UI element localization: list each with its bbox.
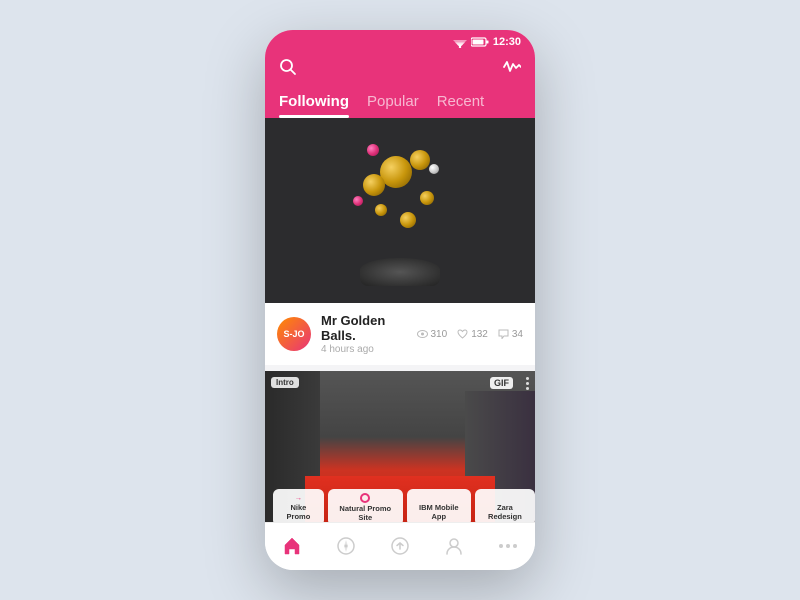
chip-ibm[interactable]: IBM Mobile App	[407, 489, 471, 522]
phone-frame: 12:30 Following Popular Recent	[265, 30, 535, 570]
nav-more[interactable]	[488, 541, 528, 551]
feed-content[interactable]: S-JO Mr Golden Balls. 4 hours ago 310	[265, 118, 535, 522]
compass-icon	[336, 536, 356, 556]
ball-gold-med-2	[410, 150, 430, 170]
eye-icon	[417, 330, 428, 338]
activity-icon[interactable]	[503, 58, 521, 81]
post-image-2[interactable]: Intro GIF → Nike Promo	[265, 371, 535, 522]
intro-badge: Intro	[271, 377, 299, 388]
tab-popular[interactable]: Popular	[367, 93, 419, 118]
search-icon[interactable]	[279, 58, 297, 81]
post-stats-1: 310 132 34	[417, 329, 524, 340]
nav-profile[interactable]	[434, 534, 474, 558]
post-title-1: Mr Golden Balls.	[321, 313, 407, 343]
nav-upload[interactable]	[380, 534, 420, 558]
upload-icon	[390, 536, 410, 556]
post-time-1: 4 hours ago	[321, 344, 407, 355]
ball-pink-1	[367, 144, 379, 156]
avatar-1[interactable]: S-JO	[277, 317, 311, 351]
ball-gold-sm-3	[400, 212, 416, 228]
home-icon	[282, 536, 302, 556]
gif-badge: GIF	[490, 377, 513, 389]
ball-gold-med-1	[363, 174, 385, 196]
nav-home[interactable]	[272, 534, 312, 558]
bottom-nav	[265, 522, 535, 570]
status-bar: 12:30	[265, 30, 535, 54]
stat-likes[interactable]: 132	[457, 329, 488, 340]
post-info-1: S-JO Mr Golden Balls. 4 hours ago 310	[265, 303, 535, 365]
chip-natural[interactable]: Natural Promo Site	[328, 489, 403, 522]
more-dots-icon	[498, 543, 518, 549]
ball-pink-2	[353, 196, 363, 206]
comment-icon	[498, 329, 509, 339]
balls-scene	[335, 136, 465, 286]
post-meta-1: Mr Golden Balls. 4 hours ago	[321, 313, 407, 355]
user-icon	[444, 536, 464, 556]
stat-comments[interactable]: 34	[498, 329, 523, 340]
ball-white	[429, 164, 439, 174]
app-header	[265, 54, 535, 91]
status-icons: 12:30	[453, 36, 521, 48]
chip-zara[interactable]: Zara Redesign	[475, 489, 535, 522]
chip-nike[interactable]: → Nike Promo	[273, 489, 324, 522]
post-card-2: Intro GIF → Nike Promo	[265, 371, 535, 522]
tab-bar: Following Popular Recent	[265, 91, 535, 118]
ball-gold-sm-2	[375, 204, 387, 216]
chip-circle	[360, 493, 370, 503]
nav-explore[interactable]	[326, 534, 366, 558]
post-image-1[interactable]	[265, 118, 535, 303]
heart-icon	[457, 329, 468, 339]
ball-gold-sm-1	[420, 191, 434, 205]
time-display: 12:30	[493, 36, 521, 48]
stat-views: 310	[417, 329, 448, 340]
pedestal	[360, 258, 440, 286]
project-chips: → Nike Promo Natural Promo Site IBM Mobi…	[273, 489, 535, 522]
wifi-icon	[453, 37, 467, 48]
post-card-1: S-JO Mr Golden Balls. 4 hours ago 310	[265, 118, 535, 365]
tab-following[interactable]: Following	[279, 93, 349, 118]
tab-recent[interactable]: Recent	[437, 93, 485, 118]
more-options-icon[interactable]	[526, 377, 529, 390]
battery-icon	[471, 37, 489, 47]
